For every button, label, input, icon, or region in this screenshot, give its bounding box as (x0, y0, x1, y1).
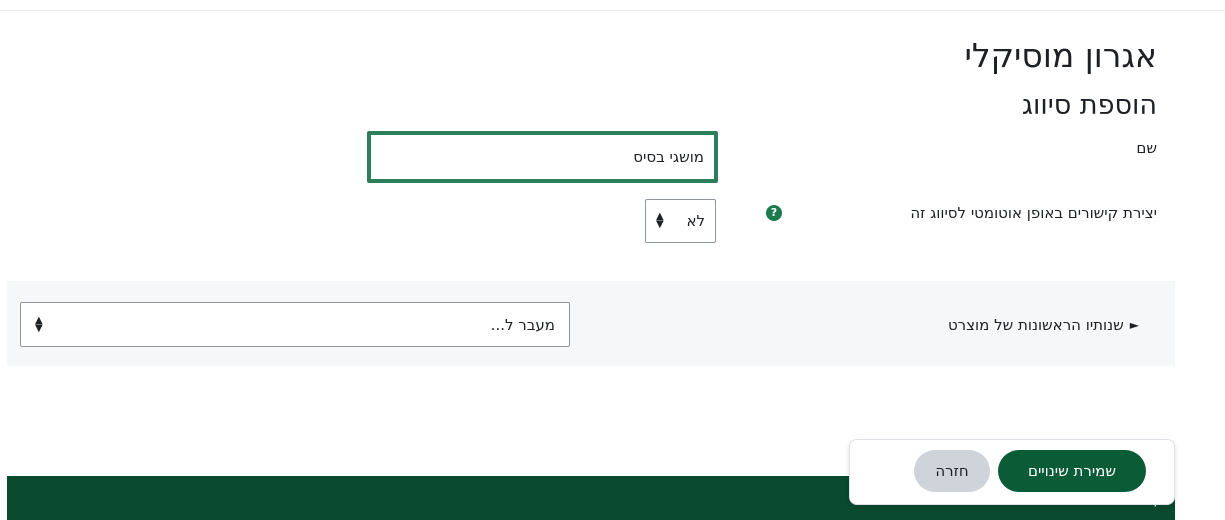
triangle-right-icon: ► (1129, 318, 1139, 332)
autolink-select-value: לא (686, 212, 705, 230)
select-caret-icon: ▲ ▼ (35, 314, 43, 334)
header-divider (0, 10, 1225, 11)
autolink-select[interactable]: לא ▲ ▼ (645, 199, 716, 243)
section-title: הוספת סיווג (1021, 90, 1157, 121)
name-label: שם (1136, 139, 1157, 157)
autolink-label: יצירת קישורים באופן אוטומטי לסיווג זה (910, 204, 1157, 222)
name-input[interactable] (367, 131, 718, 183)
previous-activity-label: שנותיו הראשונות של מוצרט (947, 316, 1124, 334)
select-caret-icon: ▲ ▼ (656, 211, 664, 230)
page-title: אגרון מוסיקלי (964, 36, 1157, 75)
save-changes-button[interactable]: שמירת שינויים (998, 450, 1146, 492)
question-circle-icon[interactable]: ? (766, 205, 782, 221)
jump-to-select[interactable]: מעבר ל... ▲ ▼ (20, 302, 570, 347)
jump-to-placeholder: מעבר ל... (490, 315, 555, 334)
back-button[interactable]: חזרה (914, 450, 990, 492)
previous-activity-link[interactable]: ► שנותיו הראשונות של מוצרט (948, 316, 1139, 334)
